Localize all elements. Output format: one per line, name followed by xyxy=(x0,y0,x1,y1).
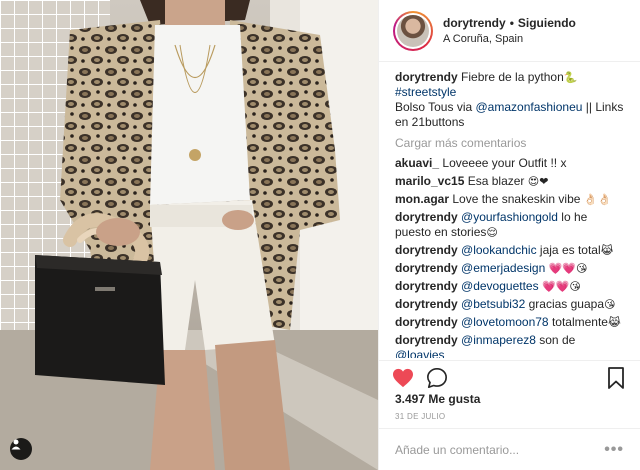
photo-illustration xyxy=(0,0,378,470)
comment-emoji: 💗💗😘 xyxy=(541,280,581,293)
post-username[interactable]: dorytrendy xyxy=(443,16,506,30)
separator-dot: • xyxy=(509,16,514,30)
comment-item: mon.agar Love the snakeskin vibe 👌🏻👌🏻 xyxy=(395,192,624,207)
comment-username[interactable]: dorytrendy xyxy=(395,333,458,347)
post-side-panel: dorytrendy • Siguiendo A Coruña, Spain d… xyxy=(378,0,640,470)
comment-input[interactable] xyxy=(395,442,605,457)
comment-text: Love the snakeskin vibe xyxy=(452,192,581,206)
comment-username[interactable]: akuavi_ xyxy=(395,156,439,170)
comment-item: dorytrendy @emerjadesign 💗💗😘 xyxy=(395,261,624,276)
comment-mention[interactable]: @devoguettes xyxy=(461,279,539,293)
post-date: 31 DE JULIO xyxy=(395,412,446,421)
post-photo[interactable] xyxy=(0,0,378,470)
comments-list[interactable]: dorytrendy Fiebre de la python🐍 #streets… xyxy=(379,62,640,358)
comment-emoji: 👌🏻👌🏻 xyxy=(583,193,612,206)
user-tag-icon[interactable] xyxy=(10,438,32,460)
comment-list: akuavi_ Loveeee your Outfit !! x marilo_… xyxy=(395,156,624,358)
avatar-image xyxy=(397,14,429,47)
comment-emoji: 😹 xyxy=(607,316,621,329)
caption-text: Fiebre de la python xyxy=(461,70,564,84)
comment-item: akuavi_ Loveeee your Outfit !! x xyxy=(395,156,624,171)
comment-username[interactable]: dorytrendy xyxy=(395,261,458,275)
comment-username[interactable]: dorytrendy xyxy=(395,210,458,224)
comment-emoji: 😘 xyxy=(604,298,616,311)
comment-text: Loveeee your Outfit !! x xyxy=(442,156,567,170)
comment-mention[interactable]: @emerjadesign xyxy=(461,261,545,275)
add-comment-bar: ••• xyxy=(379,428,640,470)
comment-text: gracias guapa xyxy=(525,297,604,311)
post-caption: dorytrendy Fiebre de la python🐍 #streets… xyxy=(395,70,624,130)
more-options-icon[interactable]: ••• xyxy=(604,441,624,459)
post-actions-bar xyxy=(379,360,640,394)
comment-text: jaja es total xyxy=(536,243,601,257)
person-icon xyxy=(11,439,21,450)
comment-item: dorytrendy @yourfashiongold lo he puesto… xyxy=(395,210,624,240)
post-location[interactable]: A Coruña, Spain xyxy=(443,33,576,45)
hashtag-link[interactable]: #streetstyle xyxy=(395,85,456,99)
comment-emoji: 😌 xyxy=(486,226,498,239)
bookmark-icon xyxy=(608,366,624,389)
comment-item: dorytrendy @inmaperez8 son de @loavies😘 xyxy=(395,333,624,358)
mention-link[interactable]: @amazonfashioneu xyxy=(476,100,583,114)
comment-item: dorytrendy @lovetomoon78 totalmente😹 xyxy=(395,315,624,330)
save-button[interactable] xyxy=(604,366,628,390)
comment-text: Esa blazer xyxy=(467,174,525,188)
comment-emoji: 💗💗😘 xyxy=(548,262,588,275)
comment-button[interactable] xyxy=(425,366,449,390)
like-button[interactable] xyxy=(391,366,415,390)
heart-icon xyxy=(393,368,413,387)
comment-username[interactable]: marilo_vc15 xyxy=(395,174,464,188)
comment-mention[interactable]: @lovetomoon78 xyxy=(461,315,549,329)
comment-text: son de xyxy=(535,333,576,347)
comment-item: dorytrendy @lookandchic jaja es total😹 xyxy=(395,243,624,258)
comment-text: totalmente xyxy=(548,315,608,329)
comment-username[interactable]: dorytrendy xyxy=(395,297,458,311)
comment-username[interactable]: dorytrendy xyxy=(395,243,458,257)
likes-count[interactable]: 3.497 Me gusta xyxy=(395,392,480,406)
comment-username[interactable]: dorytrendy xyxy=(395,315,458,329)
comment-icon xyxy=(427,367,447,388)
comment-username[interactable]: mon.agar xyxy=(395,192,449,206)
avatar[interactable] xyxy=(393,10,433,51)
comment-mention-2[interactable]: @loavies xyxy=(395,348,445,358)
comment-username[interactable]: dorytrendy xyxy=(395,279,458,293)
comment-item: dorytrendy @devoguettes 💗💗😘 xyxy=(395,279,624,294)
comment-mention[interactable]: @lookandchic xyxy=(461,243,537,257)
comment-mention[interactable]: @inmaperez8 xyxy=(461,333,536,347)
comment-mention[interactable]: @betsubi32 xyxy=(461,297,525,311)
post-header: dorytrendy • Siguiendo A Coruña, Spain xyxy=(379,0,640,62)
comment-emoji: 😹 xyxy=(600,244,614,257)
snake-emoji: 🐍 xyxy=(563,71,578,84)
caption-username[interactable]: dorytrendy xyxy=(395,70,458,84)
comment-mention[interactable]: @yourfashiongold xyxy=(461,210,558,224)
comment-item: dorytrendy @betsubi32 gracias guapa😘 xyxy=(395,297,624,312)
load-more-comments-button[interactable]: Cargar más comentarios xyxy=(395,136,624,150)
caption-text-2: Bolso Tous via xyxy=(395,100,476,114)
comment-emoji: 😍❤ xyxy=(527,175,549,188)
comment-item: marilo_vc15 Esa blazer 😍❤ xyxy=(395,174,624,189)
following-button[interactable]: Siguiendo xyxy=(518,16,576,30)
